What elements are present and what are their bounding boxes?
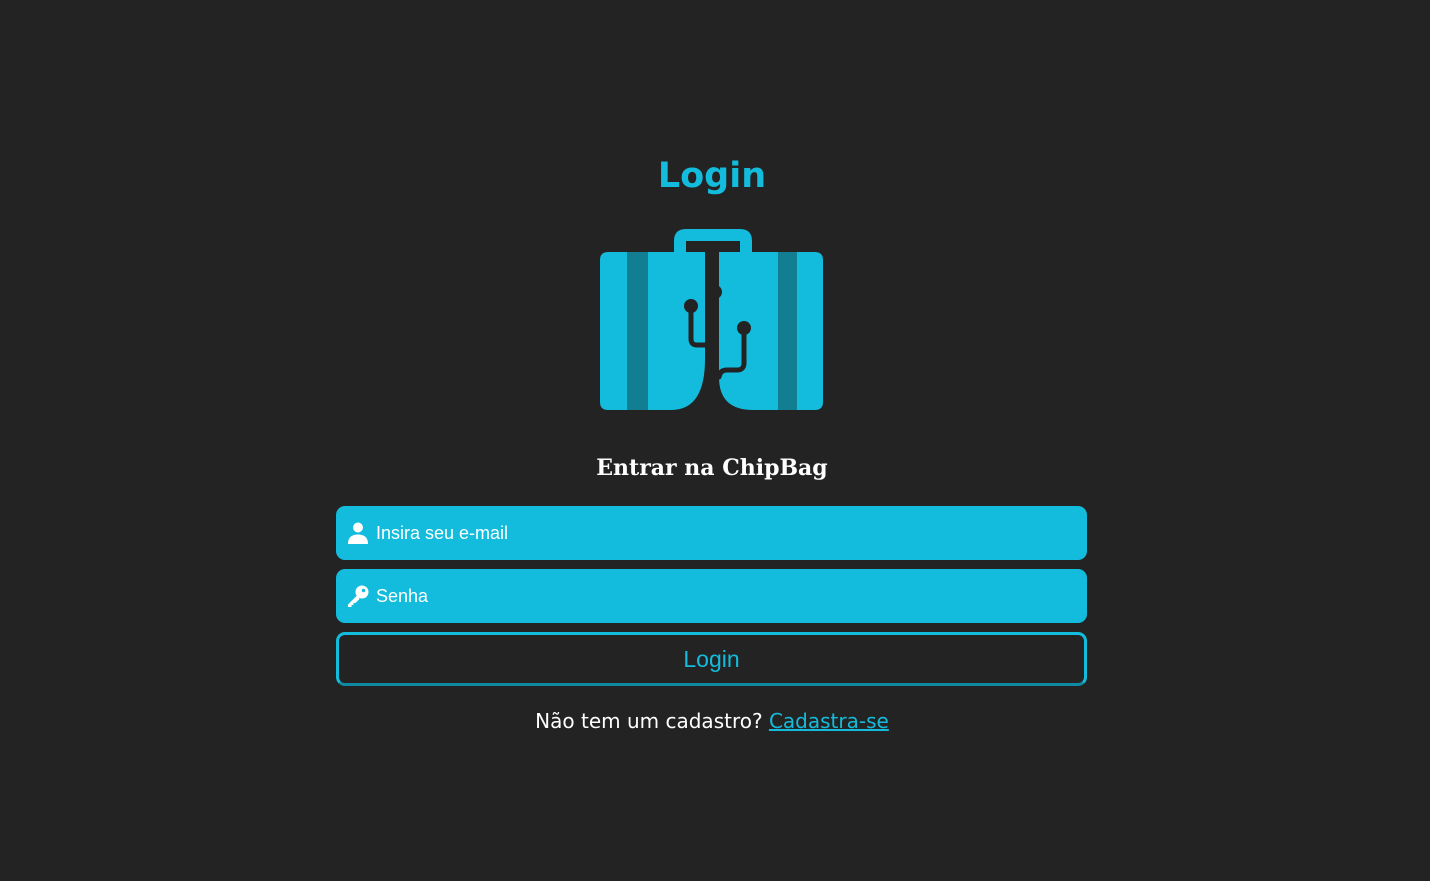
briefcase-right-panel [719,252,823,410]
signup-prompt-text: Não tem um cadastro? [535,709,769,733]
key-icon [348,585,369,607]
login-button[interactable]: Login [336,632,1087,686]
password-field[interactable] [336,569,1087,623]
briefcase-left-stripe [627,252,648,410]
email-field[interactable] [336,506,1087,560]
password-input[interactable] [376,569,1076,623]
briefcase-handle [674,229,752,255]
circuit-node-top [708,285,722,299]
page-title: Login [657,156,767,196]
briefcase-circuit-icon [600,229,823,410]
circuit-node-left [684,299,698,313]
email-input[interactable] [376,506,1076,560]
signup-link[interactable]: Cadastra-se [769,709,889,733]
briefcase-right-stripe [778,252,797,410]
user-icon [348,522,368,544]
signup-prompt-row: Não tem um cadastro? Cadastra-se [0,706,1424,736]
circuit-node-right [737,321,751,335]
page-subtitle: Entrar na ChipBag [596,455,828,481]
